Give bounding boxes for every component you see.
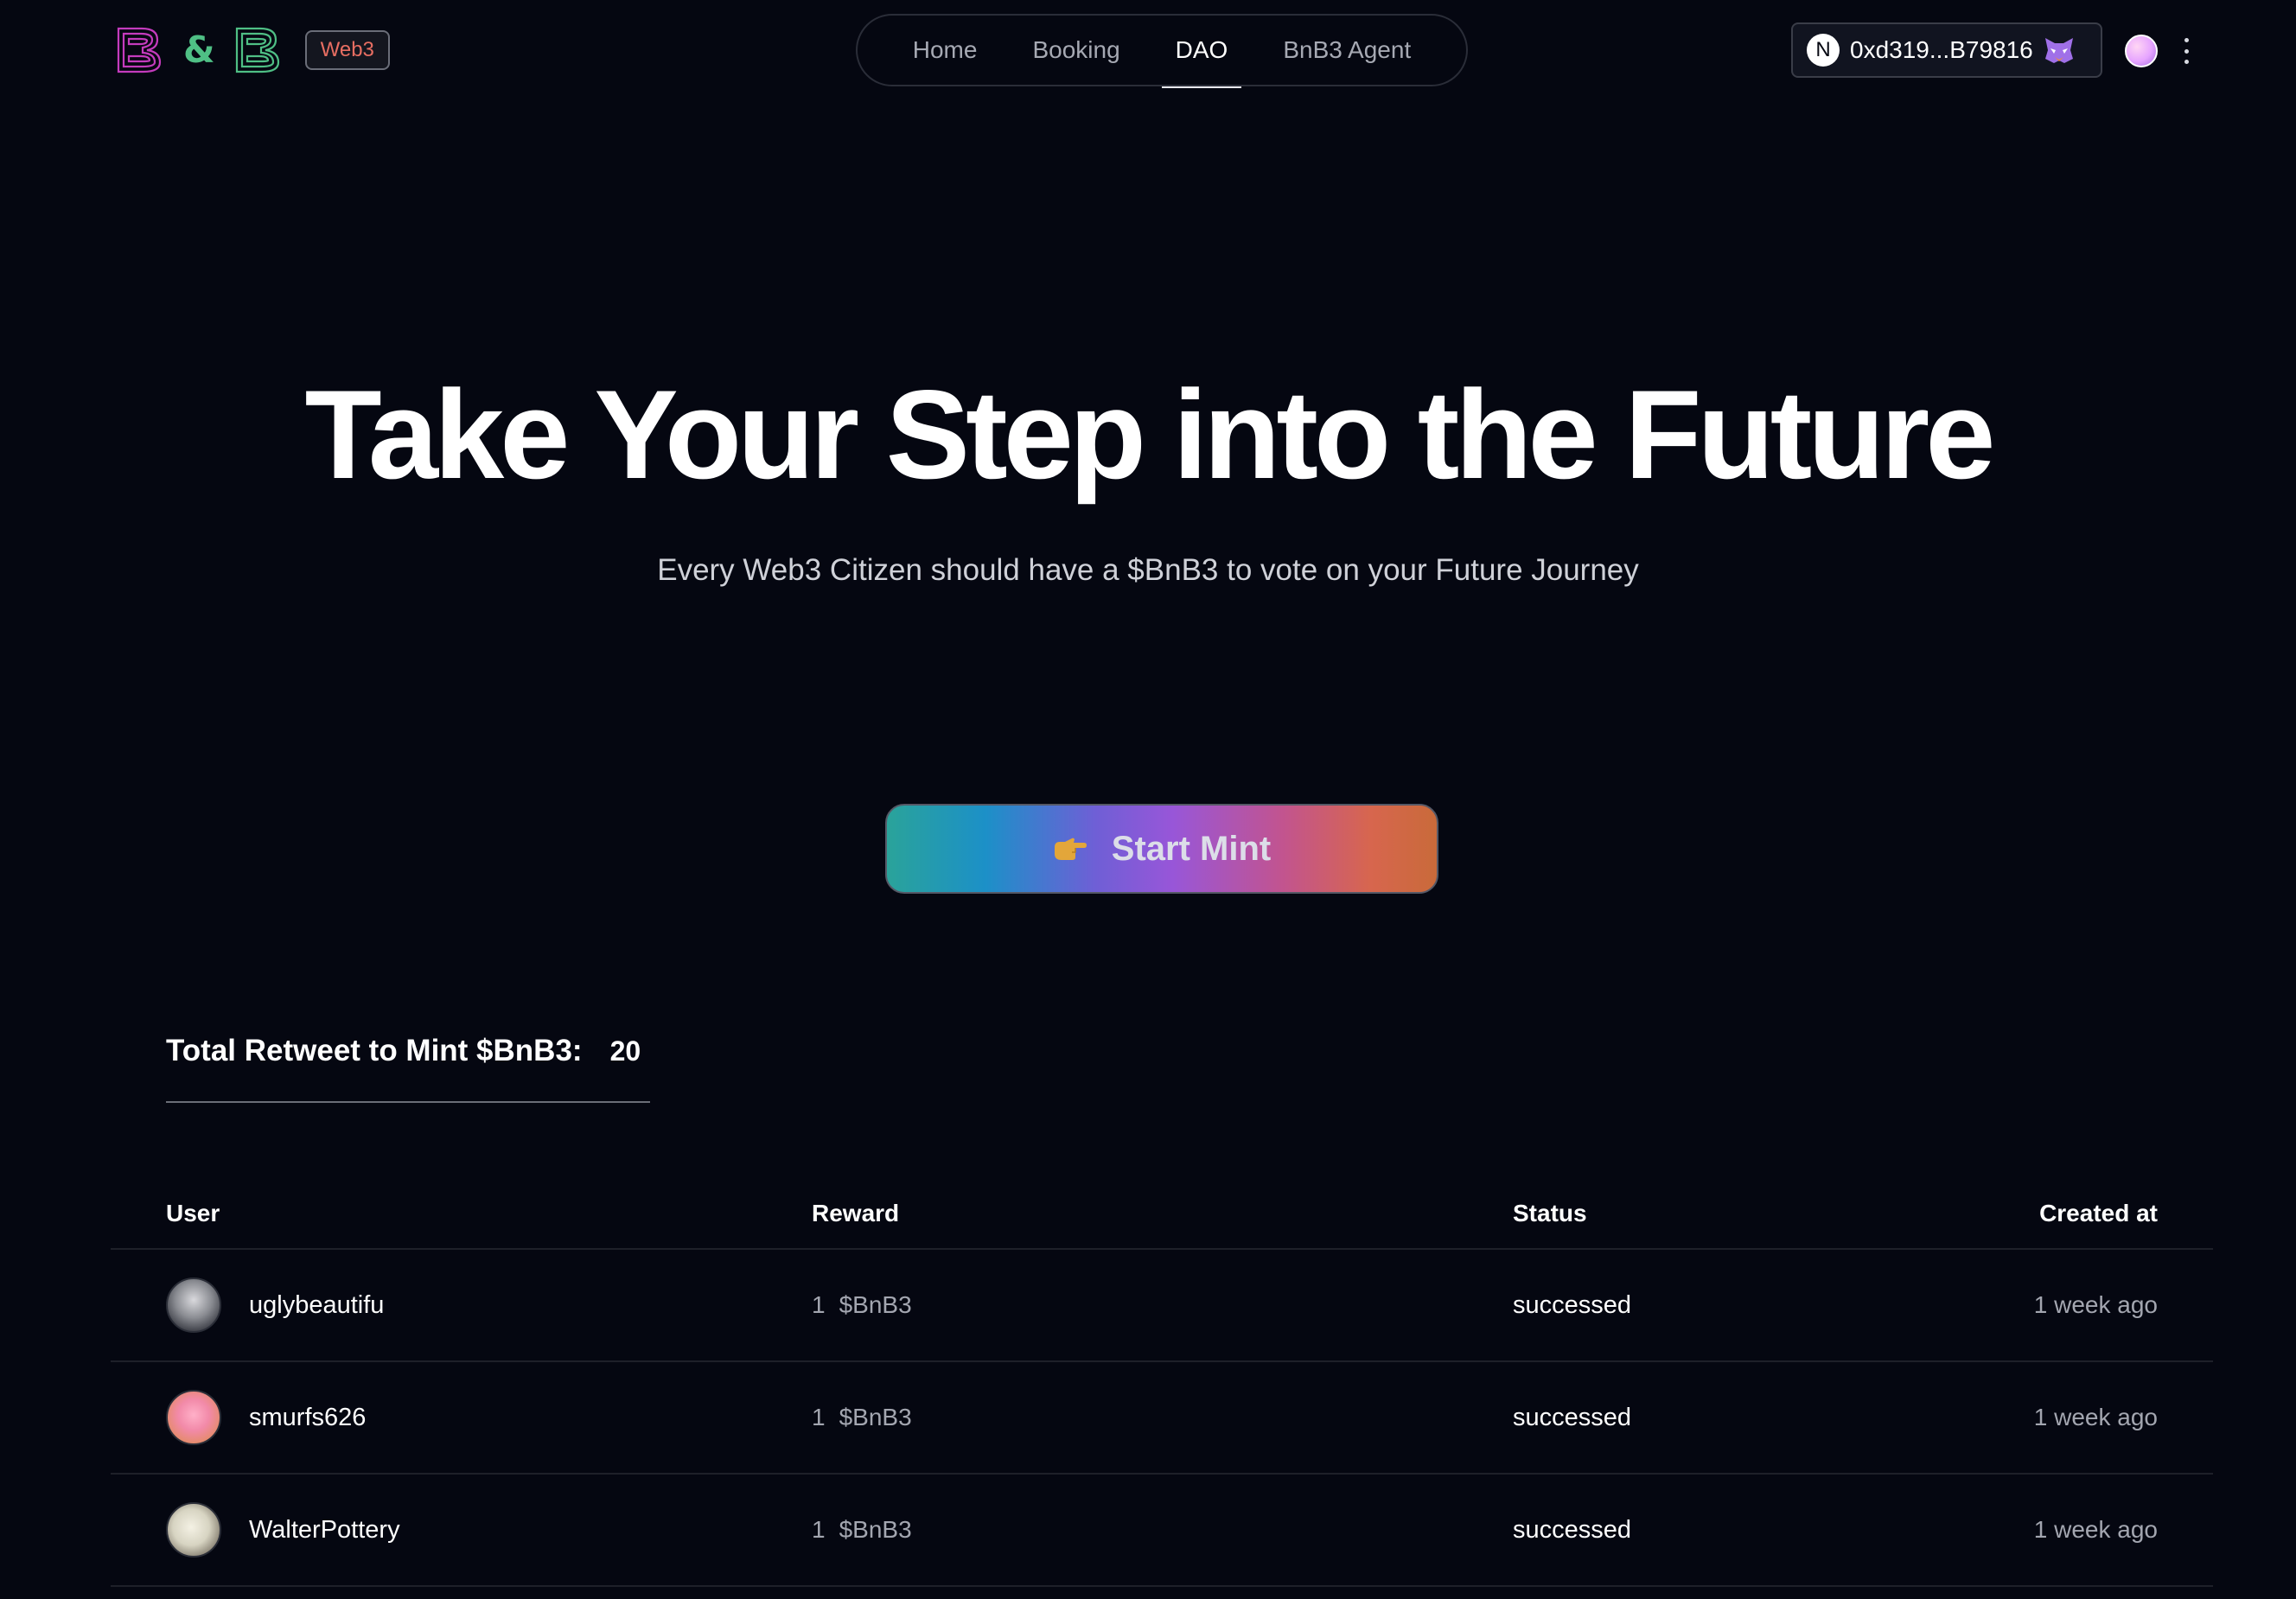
created-cell: 1 week ago (2034, 1250, 2158, 1360)
column-header-reward: Reward (812, 1200, 900, 1226)
status-cell: successed (1513, 1362, 1631, 1473)
reward-unit: $BnB3 (839, 1404, 912, 1430)
metamask-fox-icon (2044, 38, 2073, 63)
web3-badge: Web3 (304, 30, 390, 70)
status-text: successed (1513, 1290, 1632, 1319)
table-row: smurfs626 1 $BnB3 successed 1 week ago (111, 1362, 2213, 1475)
status-text: successed (1513, 1403, 1632, 1431)
column-header-status: Status (1513, 1200, 1587, 1226)
user-avatar[interactable] (166, 1390, 221, 1445)
hero-title: Take Your Step into the Future (304, 364, 1996, 505)
user-name[interactable]: smurfs626 (249, 1404, 366, 1432)
created-cell: 1 week ago (2034, 1475, 2158, 1585)
user-cell: smurfs626 (166, 1362, 366, 1473)
profile-avatar-icon[interactable] (2125, 35, 2158, 67)
network-icon: N (1807, 34, 1840, 67)
main-nav: Home Booking DAO BnB3 Agent (856, 14, 1468, 88)
top-header: & Web3 Home Booking DAO BnB3 Agent N 0xd… (0, 0, 2296, 100)
total-retweet-label: Total Retweet to Mint $BnB3: (166, 1034, 583, 1067)
reward-unit: $BnB3 (839, 1516, 912, 1543)
start-mint-button[interactable]: Start Mint (885, 804, 1438, 894)
table-row: uglybeautifu 1 $BnB3 successed 1 week ag… (111, 1250, 2213, 1362)
user-avatar[interactable] (166, 1277, 221, 1333)
created-time: 1 week ago (2033, 1516, 2158, 1543)
start-mint-label: Start Mint (1111, 829, 1272, 868)
reward-cell: 1 $BnB3 (812, 1475, 912, 1585)
created-cell: 1 week ago (2034, 1362, 2158, 1473)
column-header-user: User (166, 1200, 220, 1226)
table-row: WalterPottery 1 $BnB3 successed 1 week a… (111, 1475, 2213, 1587)
nav-bnb3-agent[interactable]: BnB3 Agent (1255, 14, 1438, 86)
user-name[interactable]: WalterPottery (249, 1516, 400, 1545)
b-logo-pink-icon (117, 27, 162, 73)
vertical-ellipsis-icon[interactable] (2173, 33, 2199, 69)
user-avatar[interactable] (166, 1502, 221, 1558)
reward-cell: 1 $BnB3 (812, 1362, 912, 1473)
table-header: User Reward Status Created at (111, 1184, 2213, 1250)
nav-booking[interactable]: Booking (1004, 14, 1147, 86)
status-cell: successed (1513, 1250, 1631, 1360)
column-header-created-at: Created at (2039, 1200, 2158, 1226)
status-cell: successed (1513, 1475, 1631, 1585)
nav-dao[interactable]: DAO (1148, 14, 1256, 88)
wallet-button[interactable]: N 0xd319...B79816 (1791, 22, 2102, 78)
user-name[interactable]: uglybeautifu (249, 1291, 384, 1320)
reward-amount: 1 (812, 1291, 826, 1318)
reward-cell: 1 $BnB3 (812, 1250, 912, 1360)
hero-subtitle: Every Web3 Citizen should have a $BnB3 t… (657, 553, 1639, 587)
b-logo-green-icon (235, 27, 279, 73)
pointing-hand-icon (1054, 838, 1087, 860)
reward-unit: $BnB3 (839, 1291, 912, 1318)
total-retweet-summary: Total Retweet to Mint $BnB3: 20 (166, 1034, 650, 1103)
status-text: successed (1513, 1515, 1632, 1544)
reward-amount: 1 (812, 1516, 826, 1543)
nav-home[interactable]: Home (885, 14, 1005, 86)
total-retweet-value: 20 (609, 1035, 641, 1067)
user-cell: WalterPottery (166, 1475, 400, 1585)
mint-records-table: User Reward Status Created at uglybeauti… (111, 1184, 2213, 1587)
brand-logo[interactable]: & Web3 (116, 22, 390, 78)
ampersand-glyph: & (183, 29, 215, 71)
created-time: 1 week ago (2033, 1291, 2158, 1318)
created-time: 1 week ago (2033, 1404, 2158, 1430)
reward-amount: 1 (812, 1404, 826, 1430)
user-cell: uglybeautifu (166, 1250, 384, 1360)
wallet-address: 0xd319...B79816 (1850, 36, 2033, 63)
